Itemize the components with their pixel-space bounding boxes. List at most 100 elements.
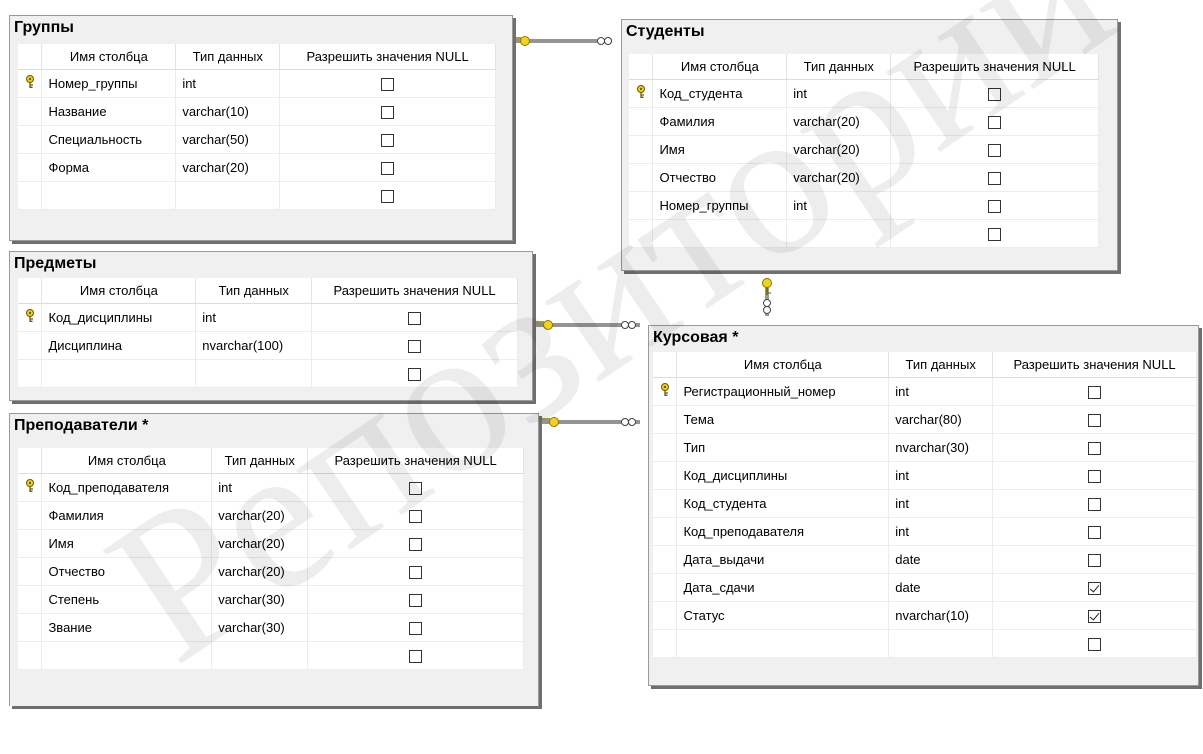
table-row[interactable]: Код_студента int [653, 489, 1197, 518]
column-name-cell[interactable]: Дата_выдачи [676, 545, 890, 574]
row-selector[interactable] [18, 125, 43, 154]
table-row[interactable] [18, 181, 496, 210]
row-selector[interactable] [18, 331, 43, 360]
data-type-cell[interactable]: varchar(20) [175, 153, 281, 182]
column-name-cell[interactable]: Степень [41, 585, 213, 614]
table-subjects[interactable]: Предметы Имя столбца Тип данных Разрешить … [9, 251, 533, 401]
table-row[interactable]: Фамилия varchar(20) [18, 501, 524, 530]
allow-null-checkbox[interactable] [381, 190, 395, 204]
data-type-cell[interactable]: varchar(20) [786, 135, 892, 164]
row-selector[interactable] [653, 377, 678, 406]
relationship-groups-students[interactable] [512, 36, 612, 46]
row-selector[interactable] [653, 545, 678, 574]
data-type-cell[interactable]: date [888, 573, 994, 602]
table-row[interactable] [653, 629, 1197, 658]
column-name-cell[interactable]: Имя [41, 529, 213, 558]
row-selector[interactable] [653, 601, 678, 630]
allow-null-checkbox[interactable] [409, 594, 423, 608]
data-type-cell[interactable]: varchar(30) [211, 585, 309, 614]
allow-null-checkbox[interactable] [988, 116, 1002, 130]
column-name-cell[interactable]: Код_студента [652, 79, 788, 108]
row-selector[interactable] [653, 489, 678, 518]
data-type-cell[interactable]: varchar(20) [211, 557, 309, 586]
column-name-cell[interactable] [41, 181, 177, 210]
column-name-cell[interactable]: Дата_сдачи [676, 573, 890, 602]
allow-null-checkbox[interactable] [381, 106, 395, 120]
allow-null-checkbox[interactable] [1088, 526, 1102, 540]
row-selector[interactable] [18, 585, 43, 614]
data-type-cell[interactable]: int [888, 489, 994, 518]
data-type-cell[interactable]: int [786, 191, 892, 220]
allow-null-checkbox[interactable] [1088, 414, 1102, 428]
column-name-cell[interactable]: Тип [676, 433, 890, 462]
row-selector[interactable] [629, 219, 654, 248]
table-row[interactable]: Дата_выдачи date [653, 545, 1197, 574]
table-row[interactable]: Форма varchar(20) [18, 153, 496, 182]
table-row[interactable]: Статус nvarchar(10) [653, 601, 1197, 630]
column-name-cell[interactable]: Фамилия [652, 107, 788, 136]
data-type-cell[interactable]: int [888, 517, 994, 546]
data-type-cell[interactable]: int [211, 473, 309, 502]
table-row[interactable]: Код_дисциплины int [18, 303, 518, 332]
allow-null-checkbox[interactable] [381, 162, 395, 176]
allow-null-checkbox[interactable] [1088, 582, 1102, 596]
table-row[interactable]: Код_дисциплины int [653, 461, 1197, 490]
data-type-cell[interactable]: varchar(20) [786, 163, 892, 192]
row-selector[interactable] [18, 181, 43, 210]
table-row[interactable]: Номер_группы int [18, 69, 496, 98]
data-type-cell[interactable]: int [175, 69, 281, 98]
column-name-cell[interactable]: Номер_группы [41, 69, 177, 98]
allow-null-checkbox[interactable] [408, 368, 422, 382]
row-selector[interactable] [18, 303, 43, 332]
table-row[interactable]: Степень varchar(30) [18, 585, 524, 614]
allow-null-checkbox[interactable] [988, 88, 1002, 102]
relationship-subjects-coursework[interactable] [534, 320, 640, 330]
row-selector[interactable] [18, 153, 43, 182]
row-selector[interactable] [629, 191, 654, 220]
row-selector[interactable] [18, 501, 43, 530]
table-row[interactable]: Код_студента int [629, 79, 1099, 108]
column-name-cell[interactable] [41, 359, 197, 388]
data-type-cell[interactable]: varchar(20) [211, 501, 309, 530]
relationship-students-coursework[interactable] [762, 278, 772, 316]
allow-null-checkbox[interactable] [381, 78, 395, 92]
allow-null-checkbox[interactable] [408, 340, 422, 354]
table-row[interactable]: Звание varchar(30) [18, 613, 524, 642]
allow-null-checkbox[interactable] [1088, 470, 1102, 484]
row-selector[interactable] [18, 359, 43, 388]
row-selector[interactable] [629, 79, 654, 108]
allow-null-checkbox[interactable] [1088, 610, 1102, 624]
column-name-cell[interactable] [652, 219, 788, 248]
data-type-cell[interactable]: nvarchar(10) [888, 601, 994, 630]
row-selector[interactable] [653, 461, 678, 490]
row-selector[interactable] [18, 69, 43, 98]
row-selector[interactable] [18, 557, 43, 586]
data-type-cell[interactable]: int [786, 79, 892, 108]
table-groups[interactable]: Группы Имя столбца Тип данных Разрешить зн… [9, 15, 513, 241]
column-name-cell[interactable]: Регистрационный_номер [676, 377, 890, 406]
allow-null-checkbox[interactable] [1088, 442, 1102, 456]
table-row[interactable]: Отчество varchar(20) [629, 163, 1099, 192]
allow-null-checkbox[interactable] [1088, 386, 1102, 400]
table-coursework[interactable]: Курсовая * Имя столбца Тип данных Разрешит… [648, 325, 1199, 686]
row-selector[interactable] [18, 473, 43, 502]
allow-null-checkbox[interactable] [409, 482, 423, 496]
table-row[interactable]: Тип nvarchar(30) [653, 433, 1197, 462]
data-type-cell[interactable] [888, 629, 994, 658]
column-name-cell[interactable]: Имя [652, 135, 788, 164]
column-name-cell[interactable] [41, 641, 213, 670]
table-students[interactable]: Студенты Имя столбца Тип данных Разрешить … [621, 19, 1118, 271]
data-type-cell[interactable]: varchar(50) [175, 125, 281, 154]
data-type-cell[interactable]: nvarchar(100) [195, 331, 313, 360]
table-row[interactable] [18, 641, 524, 670]
column-name-cell[interactable]: Отчество [652, 163, 788, 192]
allow-null-checkbox[interactable] [409, 510, 423, 524]
data-type-cell[interactable]: varchar(30) [211, 613, 309, 642]
table-row[interactable]: Дата_сдачи date [653, 573, 1197, 602]
table-row[interactable] [629, 219, 1099, 248]
data-type-cell[interactable]: varchar(80) [888, 405, 994, 434]
column-name-cell[interactable]: Статус [676, 601, 890, 630]
allow-null-checkbox[interactable] [409, 566, 423, 580]
allow-null-checkbox[interactable] [1088, 638, 1102, 652]
data-type-cell[interactable]: varchar(20) [211, 529, 309, 558]
